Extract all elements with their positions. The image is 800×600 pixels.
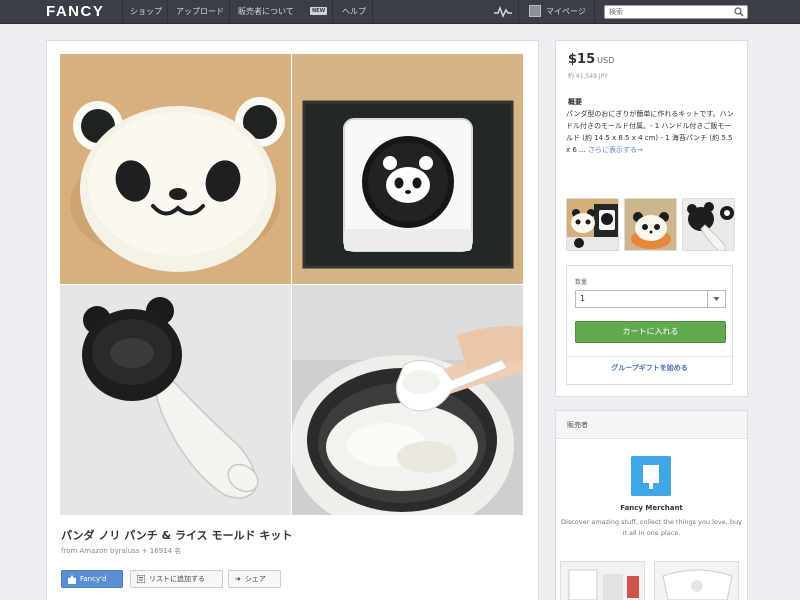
nav-upload[interactable]: アップロード <box>176 6 224 17</box>
nav-my-page[interactable]: マイページ <box>546 6 586 17</box>
list-icon <box>137 575 145 583</box>
nav-divider <box>594 0 595 24</box>
nav-help[interactable]: ヘルプ <box>342 6 366 17</box>
search-icon[interactable] <box>734 7 744 17</box>
activity-icon[interactable] <box>493 5 513 19</box>
nav-about-sellers[interactable]: 販売者について <box>238 6 294 17</box>
nav-divider <box>229 0 230 24</box>
price-value: $15 <box>568 52 596 67</box>
product-meta: from Amazon byraluss + 16914 名 <box>61 547 182 555</box>
nav-divider <box>332 0 333 24</box>
search-input[interactable] <box>604 5 748 19</box>
quantity-select[interactable]: 1 <box>575 290 726 308</box>
share-button[interactable]: ➜ シェア <box>228 570 281 588</box>
thumbnail[interactable] <box>682 198 735 251</box>
seller-heading: 販売者 <box>567 421 588 429</box>
nav-shop[interactable]: ショップ <box>130 6 162 17</box>
add-to-list-label: リストに追加する <box>149 575 205 583</box>
merchant-logo-icon[interactable] <box>631 456 671 496</box>
top-navigation-bar: FANCY ショップ アップロード 販売者について NEW ヘルプ マイページ <box>0 0 800 24</box>
thumbnail[interactable] <box>566 198 619 251</box>
share-icon: ➜ <box>235 575 241 583</box>
merchant-name[interactable]: Fancy Merchant <box>556 504 747 512</box>
panda-rice-ball-photo <box>60 54 291 284</box>
description-heading: 概要 <box>568 98 582 106</box>
fancy-button-label: Fancy'd <box>80 575 107 583</box>
merchant-tagline: Discover amazing stuff, collect the thin… <box>561 518 742 537</box>
product-image[interactable] <box>60 54 523 515</box>
add-to-cart-button[interactable]: カートに入れる <box>575 321 726 343</box>
nav-divider <box>372 0 373 24</box>
price-jpy: 約 ¥1,549 JPY <box>568 73 608 80</box>
rice-cooker-photo <box>292 285 523 515</box>
price-currency: USD <box>597 56 615 65</box>
nav-divider <box>122 0 123 24</box>
fancy-icon <box>68 574 76 584</box>
thumbnail[interactable] <box>624 198 677 251</box>
quantity-label: 数量 <box>575 279 588 286</box>
chevron-down-icon[interactable] <box>707 291 725 307</box>
share-label: シェア <box>244 575 266 583</box>
add-to-list-button[interactable]: リストに追加する <box>130 570 223 588</box>
nav-divider <box>167 0 168 24</box>
fancy-logo[interactable]: FANCY <box>46 3 104 20</box>
fancy-button[interactable]: Fancy'd <box>61 570 123 588</box>
product-description: パンダ型のおにぎりが簡単に作れるキットです。ハンドル付きのモールド付属。- 1 … <box>566 108 736 156</box>
nav-divider <box>518 0 519 24</box>
rice-mold-photo <box>60 285 291 515</box>
new-badge: NEW <box>310 7 328 15</box>
user-avatar[interactable] <box>529 5 541 17</box>
group-gift-link[interactable]: グループギフトを始める <box>566 363 733 373</box>
nori-punch-photo <box>292 54 523 284</box>
merchant-product-thumbnail[interactable] <box>560 561 645 600</box>
product-title: パンダ ノリ パンチ & ライス モールド キット <box>61 529 293 542</box>
show-more-link[interactable]: さらに表示する→ <box>588 146 643 154</box>
thumbnail-strip <box>566 198 736 253</box>
price: $15 USD <box>568 52 614 67</box>
merchant-product-thumbnail[interactable] <box>654 561 739 600</box>
divider <box>566 356 733 357</box>
